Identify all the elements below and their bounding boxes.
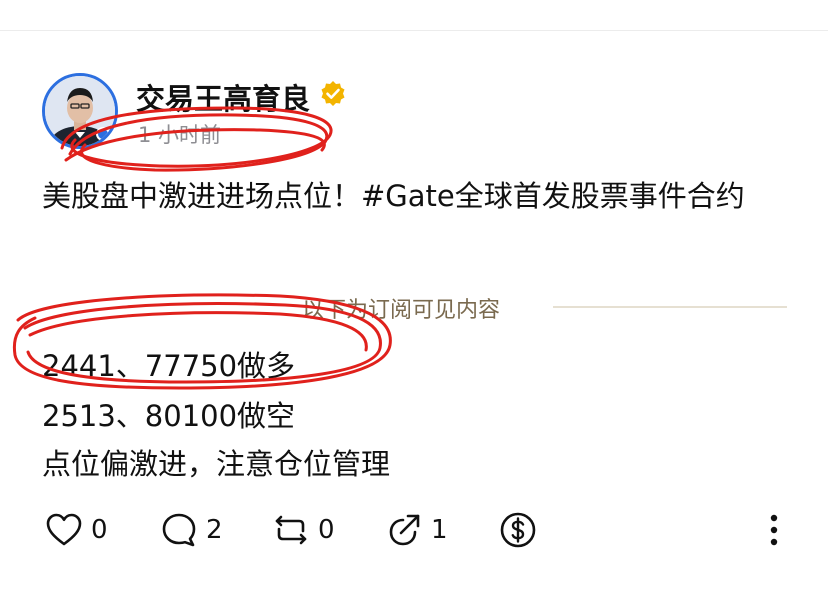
content-line-note: 点位偏激进，注意仓位管理 (42, 447, 391, 481)
content-line-short: 2513、80100做空 (42, 399, 296, 433)
post-text: 美股盘中激进进场点位！#Gate全球首发股票事件合约 (42, 179, 745, 213)
more-options-button[interactable] (764, 508, 784, 552)
content-line-long: 2441、77750做多 (42, 349, 296, 383)
subscriber-divider-label: 以下为订阅可见内容 (302, 298, 501, 323)
comment-icon (162, 513, 196, 547)
dollar-icon (500, 512, 536, 548)
repost-icon (275, 515, 307, 545)
repost-button[interactable]: 0 (272, 508, 335, 552)
action-bar: 0 2 0 1 (0, 508, 828, 552)
comment-button[interactable]: 2 (160, 508, 223, 552)
top-divider (0, 30, 828, 31)
heart-icon (46, 513, 82, 546)
comment-count: 2 (206, 515, 223, 545)
share-icon (389, 514, 420, 546)
post-time: 1 小时前 (138, 123, 222, 147)
verified-icon (321, 81, 345, 106)
avatar[interactable] (42, 73, 118, 149)
repost-count: 0 (318, 515, 335, 545)
like-count: 0 (91, 515, 108, 545)
more-icon (770, 514, 778, 546)
like-button[interactable]: 0 (45, 508, 108, 552)
share-button[interactable]: 1 (385, 508, 448, 552)
author-name[interactable]: 交易王高育良 (136, 76, 310, 118)
divider-right (553, 306, 787, 308)
tip-button[interactable] (498, 508, 538, 552)
share-count: 1 (431, 515, 448, 545)
